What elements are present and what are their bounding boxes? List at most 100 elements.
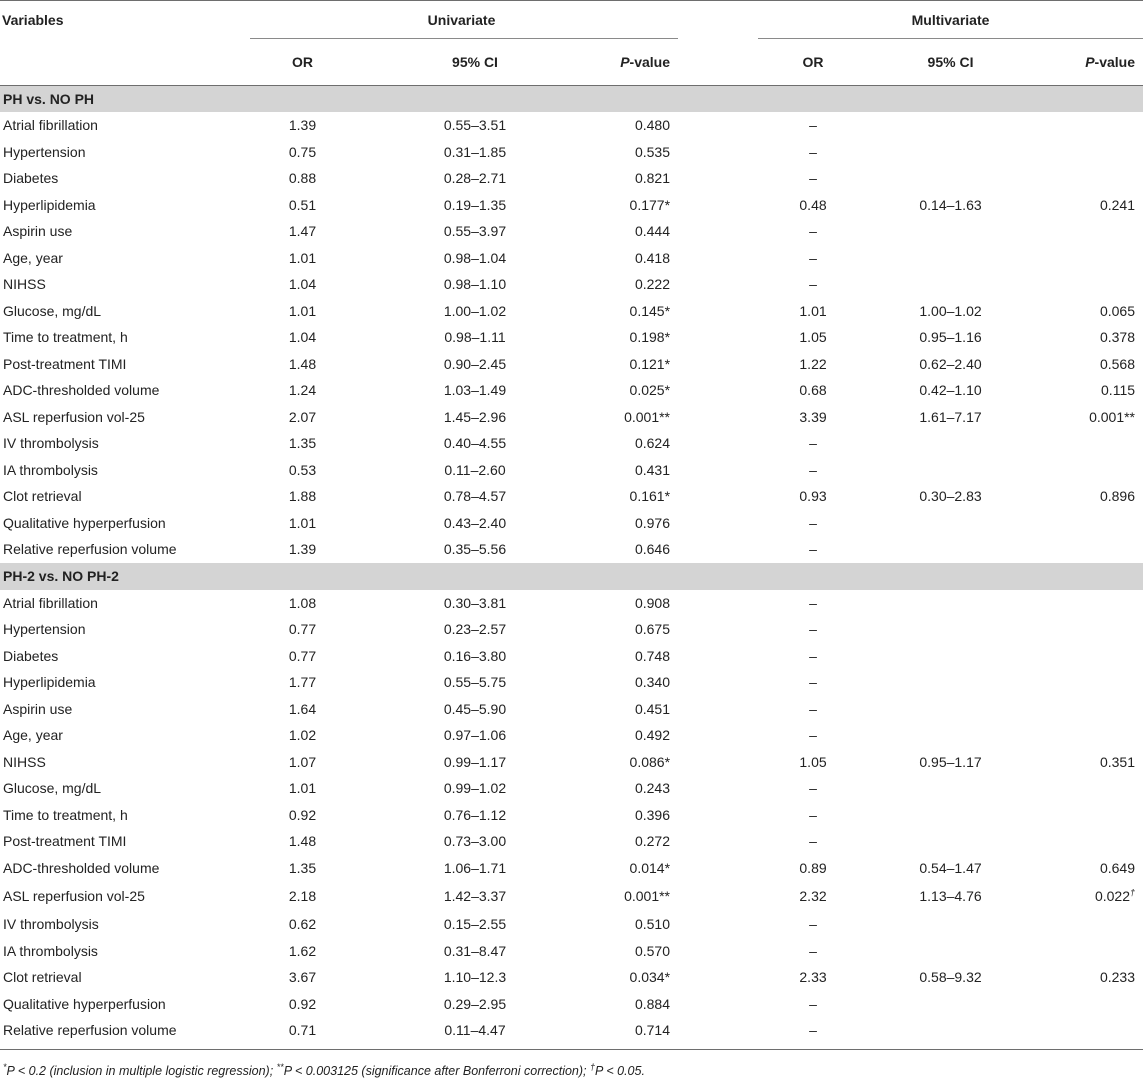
spacer [678, 165, 758, 192]
univariate-ci: 0.97–1.06 [443, 727, 507, 744]
multivariate-underline [758, 38, 1143, 39]
multivariate-or: 1.01 [799, 302, 827, 319]
multivariate-ci: 0.30–2.83 [919, 488, 982, 505]
univariate-ci: 0.90–2.45 [443, 355, 507, 372]
spacer [678, 964, 758, 991]
multivariate-p [1033, 165, 1143, 192]
multivariate-or: 0.48 [799, 196, 827, 213]
multivariate-or: – [809, 117, 817, 134]
multivariate-p [1033, 775, 1143, 802]
multivariate-ci [868, 510, 1033, 537]
multivariate-or: 2.32 [799, 888, 827, 904]
spacer [678, 483, 758, 510]
multivariate-p [1033, 218, 1143, 245]
multivariate-or: – [809, 249, 817, 266]
multivariate-ci [868, 139, 1033, 166]
univariate-or: 0.77 [288, 621, 317, 638]
spacer [678, 245, 758, 272]
univariate-p: 0.510 [634, 916, 671, 933]
univariate-p: 0.177* [629, 196, 671, 213]
p-italic: P [1085, 53, 1095, 70]
univariate-p: 0.714 [634, 1022, 671, 1039]
p-suffix: -value [1094, 53, 1136, 70]
table-footnote: *P < 0.2 (inclusion in multiple logistic… [3, 1062, 645, 1078]
univariate-ci: 1.00–1.02 [443, 302, 507, 319]
multivariate-ci [868, 165, 1033, 192]
multivariate-ci [868, 643, 1033, 670]
multivariate-or: – [809, 276, 817, 293]
footnote-text-3: P < 0.05. [595, 1064, 645, 1078]
multivariate-or: – [809, 780, 817, 797]
group-header-row: Variables Univariate Multivariate [0, 0, 1143, 38]
multivariate-p [1033, 669, 1143, 696]
spacer [678, 881, 758, 911]
spacer [678, 404, 758, 431]
odds-ratio-table: Variables Univariate Multivariate OR 95%… [0, 0, 1143, 1044]
spacer [678, 192, 758, 219]
univariate-p: 0.001** [624, 408, 671, 425]
variable-label: ASL reperfusion vol-25 [3, 888, 145, 904]
univariate-ci: 0.15–2.55 [443, 916, 507, 933]
spacer [678, 590, 758, 617]
table-row: Atrial fibrillation 1.39 0.55–3.51 0.480 – [0, 112, 1143, 139]
multivariate-or: – [809, 674, 817, 691]
univariate-or: 0.92 [288, 806, 317, 823]
multivariate-ci-header: 95% CI [927, 53, 974, 70]
multivariate-p [1033, 457, 1143, 484]
table-row: Hyperlipidemia 1.77 0.55–5.75 0.340 – [0, 669, 1143, 696]
univariate-p: 0.025* [629, 382, 671, 399]
multivariate-p: 0.649 [1099, 859, 1136, 876]
variable-label: Atrial fibrillation [3, 117, 98, 134]
univariate-p: 0.624 [634, 435, 671, 452]
table-row: Clot retrieval 3.67 1.10–12.3 0.034* 2.33 0.5… [0, 964, 1143, 991]
univariate-ci: 0.40–4.55 [443, 435, 507, 452]
multivariate-p: 0.065 [1099, 302, 1136, 319]
univariate-p: 0.161* [629, 488, 671, 505]
univariate-or: 1.48 [288, 355, 317, 372]
univariate-p: 0.198* [629, 329, 671, 346]
univariate-p: 0.086* [629, 753, 671, 770]
table-row: Atrial fibrillation 1.08 0.30–3.81 0.908 – [0, 590, 1143, 617]
univariate-ci: 0.76–1.12 [443, 806, 507, 823]
spacer [678, 1017, 758, 1044]
multivariate-or: – [809, 170, 817, 187]
spacer [678, 911, 758, 938]
multivariate-ci [868, 911, 1033, 938]
variable-label: Qualitative hyperperfusion [3, 514, 166, 531]
multivariate-p [1033, 1017, 1143, 1044]
multivariate-p [1033, 590, 1143, 617]
univariate-p-header: P-value [590, 38, 678, 85]
multivariate-or: – [809, 995, 817, 1012]
multivariate-ci [868, 938, 1033, 965]
table-bottom-rule [0, 1049, 1143, 1050]
multivariate-ci [868, 112, 1033, 139]
table-row: Relative reperfusion volume 1.39 0.35–5.56… [0, 536, 1143, 563]
table-row: Age, year 1.01 0.98–1.04 0.418 – [0, 245, 1143, 272]
univariate-p: 0.444 [634, 223, 671, 240]
footnote-text-1: P < 0.2 (inclusion in multiple logistic … [6, 1064, 277, 1078]
multivariate-ci [868, 669, 1033, 696]
multivariate-header: Multivariate [758, 0, 1143, 38]
univariate-ci: 0.73–3.00 [443, 833, 507, 850]
univariate-or: 1.88 [288, 488, 317, 505]
univariate-ci: 0.78–4.57 [443, 488, 507, 505]
multivariate-or: – [809, 435, 817, 452]
univariate-or: 1.01 [288, 514, 317, 531]
multivariate-ci [868, 218, 1033, 245]
multivariate-p: 0.241 [1099, 196, 1136, 213]
multivariate-p: 0.351 [1099, 753, 1136, 770]
variable-label: NIHSS [3, 753, 46, 770]
univariate-or: 0.51 [288, 196, 317, 213]
multivariate-ci [868, 271, 1033, 298]
univariate-p: 0.675 [634, 621, 671, 638]
variable-label: ADC-thresholded volume [3, 382, 160, 399]
univariate-or: 2.18 [288, 888, 317, 904]
multivariate-p-header: P-value [1033, 38, 1143, 85]
spacer [678, 696, 758, 723]
multivariate-ci [868, 616, 1033, 643]
univariate-p: 0.418 [634, 249, 671, 266]
multivariate-ci: 1.00–1.02 [919, 302, 982, 319]
univariate-p: 0.272 [634, 833, 671, 850]
multivariate-ci: 1.61–7.17 [919, 408, 982, 425]
univariate-p: 0.976 [634, 514, 671, 531]
